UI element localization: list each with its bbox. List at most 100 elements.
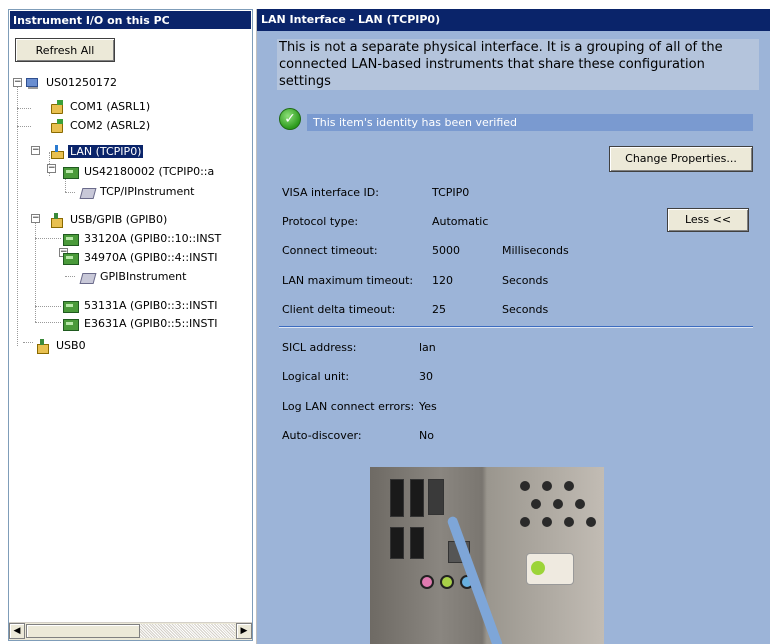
- usb-port-photo: [410, 527, 424, 559]
- tree-item-com1[interactable]: COM1 (ASRL1): [49, 98, 152, 116]
- audio-jack-photo: [440, 575, 454, 589]
- refresh-all-button[interactable]: Refresh All: [15, 38, 115, 62]
- tree-item-34970a[interactable]: 34970A (GPIB0::4::INSTI: [63, 249, 220, 267]
- change-properties-button[interactable]: Change Properties...: [609, 146, 753, 172]
- vent-hole-photo: [575, 499, 585, 509]
- usb-port-photo: [390, 479, 404, 517]
- prop-value-protocol: Automatic: [432, 215, 489, 228]
- tree-item-label: COM2 (ASRL2): [70, 119, 151, 132]
- tree-line: [23, 342, 33, 343]
- instrument-tree: − − − − − US01250172 COM1 (ASRL1) COM2 (…: [9, 68, 252, 628]
- instrument-icon: [63, 251, 79, 265]
- vent-hole-photo: [564, 481, 574, 491]
- tree-item-53131a[interactable]: 53131A (GPIB0::3::INSTI: [63, 297, 220, 315]
- section-divider: [279, 326, 753, 328]
- audio-jack-photo: [420, 575, 434, 589]
- verified-banner: ✓ This item's identity has been verified: [279, 108, 755, 132]
- tree-item-label: GPIBInstrument: [100, 270, 187, 283]
- tree-item-label: USB/GPIB (GPIB0): [70, 213, 168, 226]
- tree-line: [35, 222, 36, 322]
- scrollbar-track[interactable]: [140, 624, 235, 638]
- collapse-toggle[interactable]: −: [31, 146, 40, 155]
- scroll-left-icon[interactable]: ◀: [9, 623, 25, 639]
- check-icon: ✓: [279, 108, 301, 130]
- tree-item-label: 53131A (GPIB0::3::INSTI: [84, 299, 218, 312]
- prop-label-auto-discover: Auto-discover:: [282, 429, 362, 442]
- lan-interface-icon: [49, 145, 65, 159]
- interface-description: This is not a separate physical interfac…: [277, 39, 759, 90]
- prop-value-visa-id: TCPIP0: [432, 186, 470, 199]
- prop-unit-connect-timeout: Milliseconds: [502, 244, 569, 257]
- scrollbar-thumb[interactable]: [26, 624, 140, 638]
- instrument-icon: [63, 317, 79, 331]
- instrument-icon: [63, 232, 79, 246]
- instrument-icon: [63, 165, 79, 179]
- tree-item-pc[interactable]: US01250172: [25, 74, 119, 92]
- tree-item-lan[interactable]: LAN (TCPIP0): [49, 143, 144, 161]
- firewire-port-photo: [428, 479, 444, 515]
- tree-item-gpib-device[interactable]: GPIBInstrument: [79, 268, 188, 286]
- prop-label-protocol: Protocol type:: [282, 215, 359, 228]
- collapse-toggle[interactable]: −: [31, 214, 40, 223]
- tree-line: [65, 276, 75, 277]
- com-port-icon: [49, 100, 65, 114]
- prop-value-connect-timeout: 5000: [432, 244, 460, 257]
- tree-item-label: LAN (TCPIP0): [68, 145, 144, 158]
- prop-value-auto-discover: No: [419, 429, 434, 442]
- usb-interface-icon: [35, 339, 51, 354]
- instrument-icon: [63, 299, 79, 313]
- pane-title: Instrument I/O on this PC: [9, 10, 252, 30]
- tree-item-com2[interactable]: COM2 (ASRL2): [49, 117, 152, 135]
- instrument-io-pane: Instrument I/O on this PC Refresh All − …: [8, 9, 253, 641]
- horizontal-scrollbar[interactable]: ◀ ▶: [9, 622, 252, 640]
- usb-gpib-icon: [49, 213, 65, 228]
- tree-item-label: 33120A (GPIB0::10::INST: [84, 232, 222, 245]
- vent-hole-photo: [531, 499, 541, 509]
- tree-line: [17, 82, 18, 346]
- panel-title: LAN Interface - LAN (TCPIP0): [257, 9, 770, 31]
- tree-item-e3631a[interactable]: E3631A (GPIB0::5::INSTI: [63, 315, 219, 333]
- tree-item-label: USB0: [56, 339, 86, 352]
- vent-hole-photo: [520, 481, 530, 491]
- tree-line: [17, 126, 31, 127]
- tree-item-usb0[interactable]: USB0: [35, 337, 88, 355]
- prop-label-client-delta-timeout: Client delta timeout:: [282, 303, 396, 316]
- tree-item-lan-instrument[interactable]: US42180002 (TCPIP0::a: [63, 163, 216, 181]
- lan-cable-photo: [446, 515, 504, 644]
- tree-item-label: E3631A (GPIB0::5::INSTI: [84, 317, 218, 330]
- tree-item-tcpip-device[interactable]: TCP/IPInstrument: [79, 183, 197, 201]
- usb-port-photo: [410, 479, 424, 517]
- tree-line: [35, 306, 61, 307]
- collapse-toggle[interactable]: −: [13, 78, 22, 87]
- prop-value-sicl-address: lan: [419, 341, 436, 354]
- vent-hole-photo: [553, 499, 563, 509]
- collapse-toggle[interactable]: −: [47, 164, 56, 173]
- prop-label-visa-id: VISA interface ID:: [282, 186, 379, 199]
- visa-device-icon: [79, 270, 95, 284]
- prop-label-lan-max-timeout: LAN maximum timeout:: [282, 274, 414, 287]
- tree-item-label: US42180002 (TCPIP0::a: [84, 165, 215, 178]
- prop-value-lan-max-timeout: 120: [432, 274, 453, 287]
- tree-item-33120a[interactable]: 33120A (GPIB0::10::INST: [63, 230, 223, 248]
- lan-interface-panel: LAN Interface - LAN (TCPIP0) This is not…: [256, 9, 770, 644]
- vent-hole-photo: [542, 517, 552, 527]
- prop-unit-client-delta-timeout: Seconds: [502, 303, 549, 316]
- prop-label-sicl-address: SICL address:: [282, 341, 357, 354]
- prop-label-connect-timeout: Connect timeout:: [282, 244, 378, 257]
- less-button[interactable]: Less <<: [667, 208, 749, 232]
- prop-value-log-errors: Yes: [419, 400, 437, 413]
- tree-item-label: 34970A (GPIB0::4::INSTI: [84, 251, 218, 264]
- scroll-right-icon[interactable]: ▶: [236, 623, 252, 639]
- vent-hole-photo: [520, 517, 530, 527]
- usb-port-photo: [390, 527, 404, 559]
- tree-item-label: COM1 (ASRL1): [70, 100, 151, 113]
- prop-unit-lan-max-timeout: Seconds: [502, 274, 549, 287]
- tree-item-label: US01250172: [46, 76, 118, 89]
- tree-line: [65, 192, 75, 193]
- verified-text: This item's identity has been verified: [313, 116, 518, 129]
- tree-item-label: TCP/IPInstrument: [100, 185, 195, 198]
- prop-label-logical-unit: Logical unit:: [282, 370, 350, 383]
- tree-item-usb-gpib[interactable]: USB/GPIB (GPIB0): [49, 211, 169, 229]
- visa-device-icon: [79, 185, 95, 199]
- com-port-icon: [49, 119, 65, 133]
